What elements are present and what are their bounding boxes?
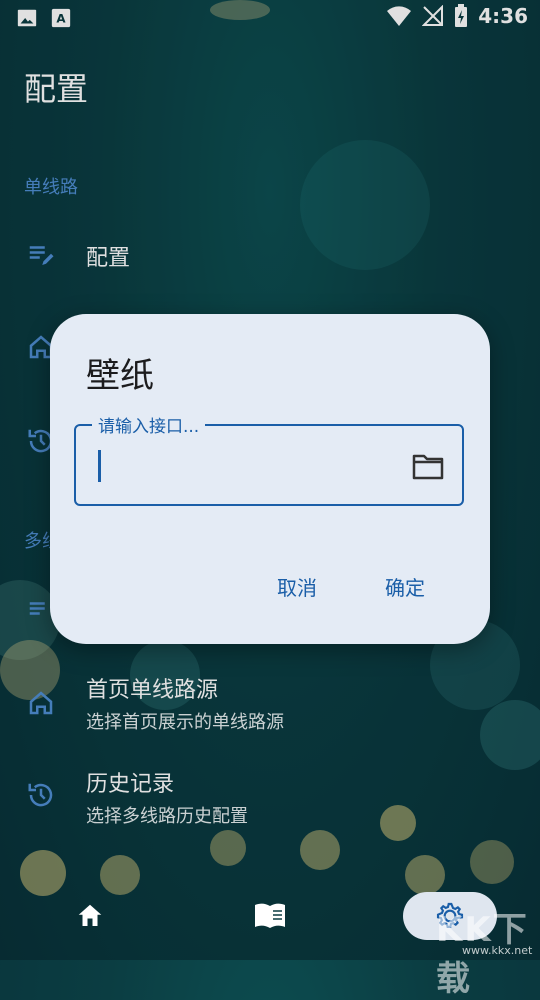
folder-icon[interactable] (412, 452, 444, 480)
text-caret (98, 450, 101, 482)
wallpaper-dialog: 壁纸 请输入接口... 取消 确定 (50, 314, 490, 644)
book-icon (255, 903, 285, 928)
nav-home[interactable] (60, 892, 120, 940)
dialog-title: 壁纸 (86, 356, 154, 396)
field-label: 请输入接口... (92, 412, 206, 437)
nav-library[interactable] (240, 892, 300, 940)
home-icon (78, 904, 102, 926)
watermark-url: www.kkx.net (462, 944, 533, 957)
api-url-field[interactable]: 请输入接口... (74, 412, 464, 506)
confirm-button[interactable]: 确定 (385, 572, 425, 601)
cancel-button[interactable]: 取消 (277, 572, 317, 601)
